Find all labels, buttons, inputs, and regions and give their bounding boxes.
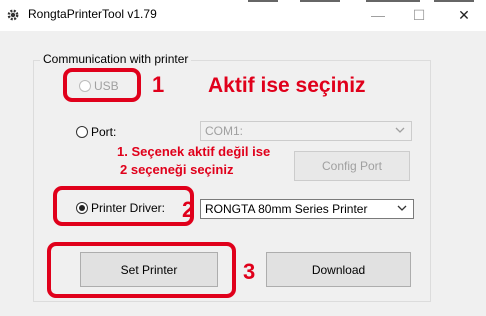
groupbox-label: Communication with printer xyxy=(40,52,192,66)
background-window-strip xyxy=(248,0,486,3)
printer-driver-highlight-box xyxy=(53,186,194,226)
annotation-note-line2: 2 seçeneği seçiniz xyxy=(120,162,234,177)
window-title: RongtaPrinterTool v1.79 xyxy=(28,7,157,21)
title-bar: RongtaPrinterTool v1.79 — ☐ ✕ xyxy=(0,0,486,31)
chevron-down-icon xyxy=(395,127,405,133)
annotation-step-1: 1 xyxy=(152,72,165,97)
port-radio-label: Port: xyxy=(91,125,117,139)
port-select-value: COM1: xyxy=(205,124,244,138)
download-button[interactable]: Download xyxy=(266,252,411,287)
minimize-button[interactable]: — xyxy=(363,4,393,26)
set-printer-highlight-box xyxy=(47,242,236,298)
maximize-button[interactable]: ☐ xyxy=(404,4,434,26)
config-port-button[interactable]: Config Port xyxy=(294,151,410,181)
port-radio-circle[interactable] xyxy=(76,126,88,138)
usb-highlight-box xyxy=(63,68,141,102)
port-radio[interactable]: Port: xyxy=(76,125,116,139)
annotation-aktif-text: Aktif ise seçiniz xyxy=(208,74,366,97)
port-select[interactable]: COM1: xyxy=(200,121,412,141)
annotation-step-3: 3 xyxy=(243,259,256,284)
chevron-down-icon xyxy=(397,205,407,211)
close-button[interactable]: ✕ xyxy=(449,4,479,26)
printer-driver-select[interactable]: RONGTA 80mm Series Printer xyxy=(200,199,414,219)
gear-icon xyxy=(7,9,19,21)
annotation-step-2: 2 xyxy=(182,197,195,222)
annotation-note-line1: 1. Seçenek aktif değil ise xyxy=(117,144,271,159)
printer-driver-select-value: RONGTA 80mm Series Printer xyxy=(205,202,368,216)
